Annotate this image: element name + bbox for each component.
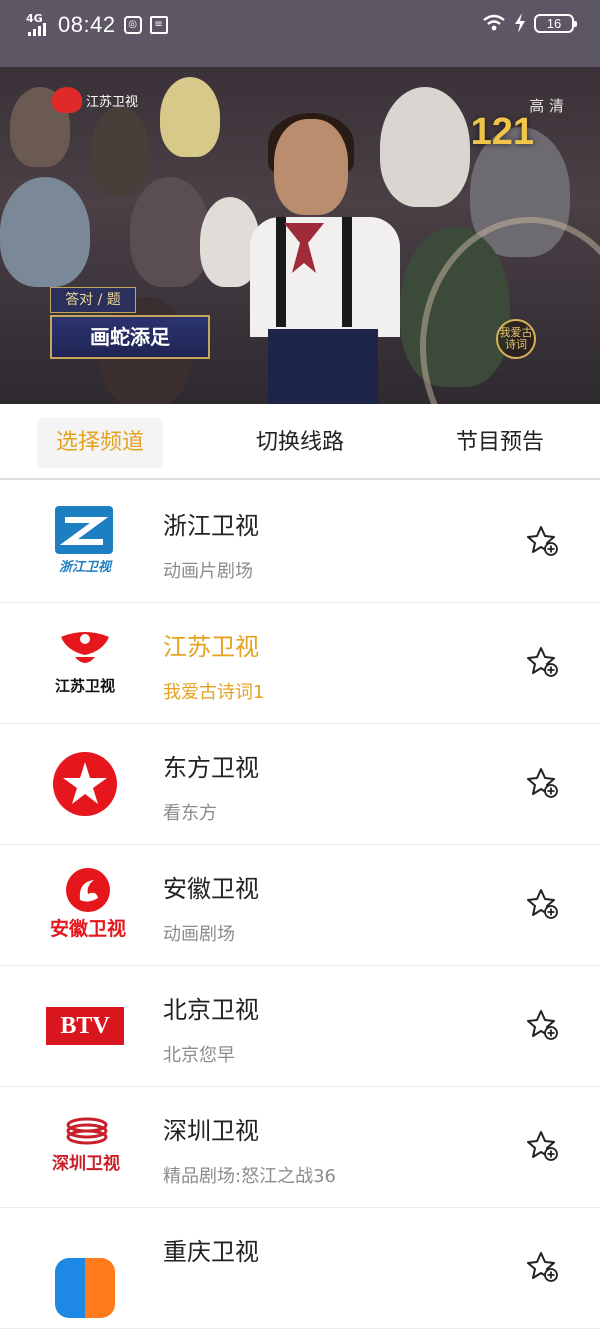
zhejiang-logo-text: 浙江卫视: [58, 560, 111, 575]
add-favorite-star-icon[interactable]: [526, 524, 560, 558]
score-display: 121: [470, 111, 534, 153]
channel-row-anhui[interactable]: 安徽卫视 安徽卫视 动画剧场: [0, 845, 600, 966]
btv-logo: BTV: [40, 986, 130, 1066]
channel-name: 江苏卫视: [163, 633, 259, 661]
status-right: 16: [482, 13, 577, 33]
anhui-logo-text: 安徽卫视: [49, 918, 126, 940]
btv-logo-text: BTV: [46, 1007, 124, 1045]
jiangsu-tv-logo: 江苏卫视: [40, 623, 130, 703]
shenzhen-logo-text: 深圳卫视: [52, 1154, 120, 1174]
channel-name: 浙江卫视: [163, 512, 259, 540]
channel-row-dongfang[interactable]: 东方卫视 看东方: [0, 724, 600, 845]
channel-program: 看东方: [163, 803, 217, 824]
wifi-icon: [483, 14, 505, 31]
channel-name: 东方卫视: [163, 754, 259, 782]
broadcast-logo-text: 江苏卫视: [86, 94, 139, 110]
channel-name: 安徽卫视: [163, 875, 259, 903]
answer-caption: 画蛇添足: [50, 315, 210, 359]
dragon-tv-logo: [40, 744, 130, 824]
jiangsu-tv-icon: [52, 87, 82, 113]
audience-figure: [90, 107, 150, 197]
channel-row-jiangsu[interactable]: 江苏卫视 江苏卫视 我爱古诗词1: [0, 603, 600, 724]
broadcast-logo: 江苏卫视: [52, 87, 138, 113]
zhejiang-tv-logo: 浙江卫视: [40, 502, 130, 582]
add-favorite-star-icon[interactable]: [526, 645, 560, 679]
channel-program: 精品剧场:怒江之战36: [163, 1166, 336, 1187]
notification-icon: ◎: [123, 16, 142, 34]
add-favorite-star-icon[interactable]: [526, 1129, 560, 1163]
show-seal: 我爱古诗词: [496, 319, 536, 359]
charging-icon: [515, 13, 525, 33]
channel-name: 深圳卫视: [163, 1117, 259, 1145]
tab-select-channel[interactable]: 选择频道: [37, 418, 163, 468]
contestant-strap: [276, 217, 286, 327]
app-notification-icon: ≡: [149, 16, 168, 34]
clock: 08:42: [58, 12, 116, 37]
channel-list: 浙江卫视 浙江卫视 动画片剧场 江苏卫视 江苏卫视 我爱古诗词1 东方卫视 看东…: [0, 482, 600, 1329]
add-favorite-star-icon[interactable]: [526, 887, 560, 921]
question-tag: 答对 / 题: [50, 287, 136, 313]
channel-program: 动画片剧场: [163, 561, 253, 582]
status-bar: 4G 08:42 ◎ ≡ 16: [0, 0, 600, 67]
shenzhen-tv-logo: 深圳卫视: [40, 1107, 130, 1187]
contestant-face: [274, 119, 348, 215]
audience-figure: [380, 87, 470, 207]
contestant-skirt: [268, 329, 378, 404]
audience-figure: [160, 77, 220, 157]
chongqing-tv-logo: [40, 1228, 130, 1318]
audience-figure: [0, 177, 90, 287]
tab-program-guide[interactable]: 节目预告: [437, 418, 563, 468]
contestant-shirt: [250, 217, 400, 337]
channel-row-zhejiang[interactable]: 浙江卫视 浙江卫视 动画片剧场: [0, 482, 600, 603]
quality-label: 高 清: [529, 97, 564, 115]
channel-name: 重庆卫视: [163, 1238, 259, 1266]
channel-row-beijing[interactable]: BTV 北京卫视 北京您早: [0, 966, 600, 1087]
video-player[interactable]: 江苏卫视 高 清 121 答对 / 题 画蛇添足 我爱古诗词: [0, 67, 600, 404]
jiangsu-logo-text: 江苏卫视: [54, 677, 115, 695]
status-left: 4G 08:42 ◎ ≡: [26, 12, 168, 38]
channel-program: 北京您早: [163, 1045, 235, 1066]
channel-program: 我爱古诗词1: [163, 682, 265, 703]
channel-row-shenzhen[interactable]: 深圳卫视 深圳卫视 精品剧场:怒江之战36: [0, 1087, 600, 1208]
add-favorite-star-icon[interactable]: [526, 766, 560, 800]
add-favorite-star-icon[interactable]: [526, 1008, 560, 1042]
channel-program: 动画剧场: [163, 924, 235, 945]
tab-bar: 选择频道 切换线路 节目预告: [0, 404, 600, 480]
audience-figure: [130, 177, 210, 287]
anhui-tv-logo: 安徽卫视: [40, 865, 130, 945]
channel-name: 北京卫视: [163, 996, 259, 1024]
signal-icon: 4G: [26, 13, 50, 36]
add-favorite-star-icon[interactable]: [526, 1250, 560, 1284]
contestant-strap: [342, 217, 352, 327]
channel-row-chongqing[interactable]: 重庆卫视: [0, 1208, 600, 1329]
battery-indicator: 16: [534, 13, 577, 33]
tab-switch-line[interactable]: 切换线路: [237, 418, 363, 468]
